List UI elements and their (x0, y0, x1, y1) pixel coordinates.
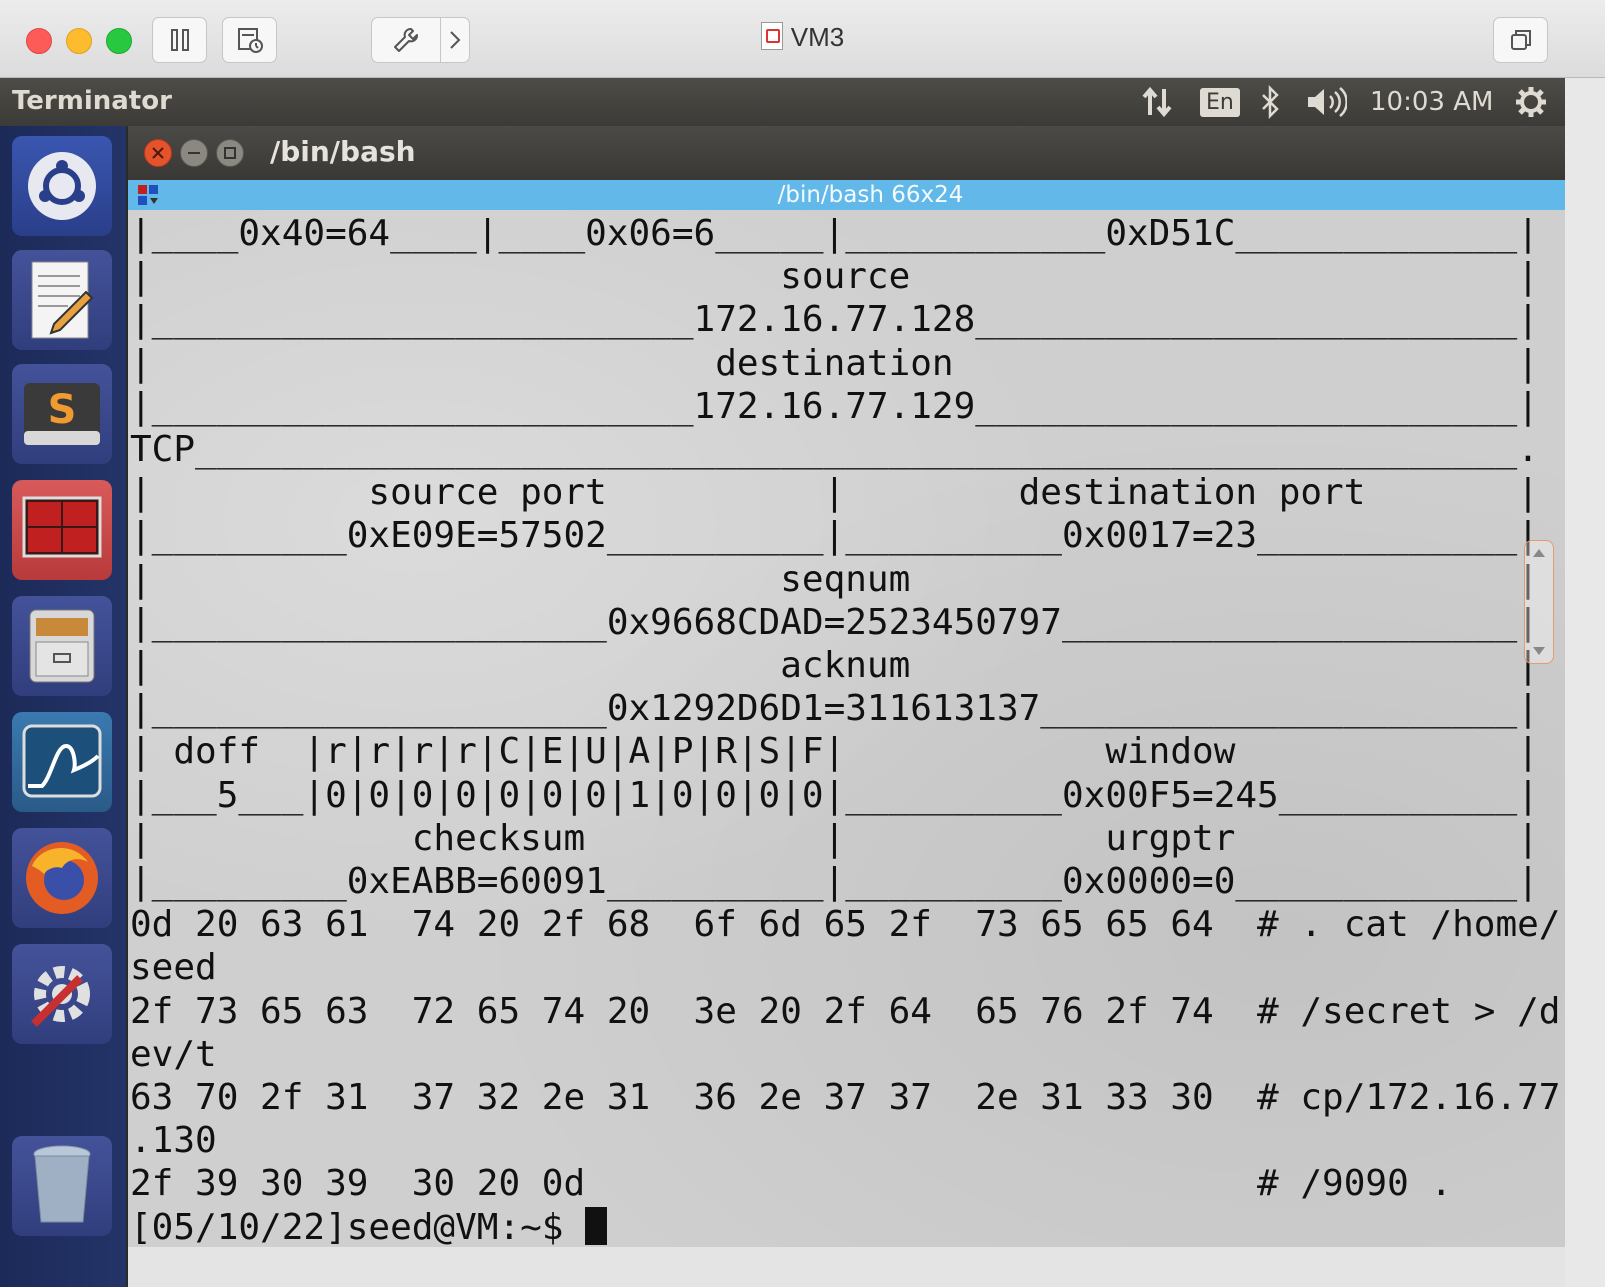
volume-indicator[interactable] (1305, 84, 1347, 120)
terminal-scrollbar[interactable] (1524, 540, 1554, 664)
settings-icon (31, 966, 90, 1027)
unity-launcher: S (0, 126, 126, 1287)
gear-icon (1516, 87, 1546, 117)
wireshark-icon (22, 724, 102, 798)
terminal-line: | acknum | (130, 645, 1539, 687)
terminal-tab-title: /bin/bash 66x24 (777, 182, 964, 208)
terminal-line: | doff |r|r|r|r|C|E|U|A|P|R|S|F| window … (130, 731, 1539, 773)
terminal-pane[interactable]: |____0x40=64____|____0x06=6_____|_______… (128, 210, 1565, 1247)
launcher-item-firefox[interactable] (12, 828, 112, 928)
scroll-up-arrow[interactable] (1533, 549, 1545, 557)
launcher-item-ubuntu-dash[interactable] (12, 136, 112, 236)
text-editor-icon (31, 261, 94, 339)
terminal-line: 0d 20 63 61 74 20 2f 68 6f 6d 65 2f 73 6… (130, 904, 1561, 946)
launcher-item-terminator[interactable] (12, 480, 112, 580)
terminal-line: 63 70 2f 31 37 32 2e 31 36 2e 37 37 2e 3… (130, 1077, 1561, 1119)
terminal-icon (22, 496, 102, 558)
launcher-item-text-editor[interactable] (12, 250, 112, 350)
vm-window-titlebar: VM3 (0, 0, 1605, 78)
trash-icon (33, 1145, 91, 1223)
session-menu[interactable] (1514, 84, 1548, 120)
launcher-item-wireshark[interactable] (12, 712, 112, 812)
launcher-item-trash[interactable] (12, 1136, 112, 1236)
terminal-output: |____0x40=64____|____0x06=6_____|_______… (130, 212, 1560, 1247)
firefox-icon (26, 842, 98, 914)
terminal-line: seed (130, 947, 217, 989)
restore-window-icon (1510, 30, 1531, 50)
terminal-line: |___5___|0|0|0|0|0|0|0|1|0|0|0|0|_______… (130, 774, 1539, 816)
terminal-line: |_________0xE09E=57502__________|_______… (130, 515, 1539, 557)
terminal-line: |_________________________172.16.77.129_… (130, 385, 1539, 427)
terminal-line: .130 (130, 1120, 217, 1162)
restore-window-button[interactable] (1493, 17, 1548, 63)
launcher-item-system-settings[interactable] (12, 944, 112, 1044)
launcher-item-files[interactable] (12, 596, 112, 696)
maximize-icon (224, 147, 236, 159)
volume-icon (1308, 87, 1347, 117)
grouping-menu-icon[interactable] (136, 183, 160, 207)
terminator-minimize-button[interactable] (180, 139, 208, 167)
language-badge: En (1200, 87, 1240, 117)
sublime-text-icon: S (24, 383, 100, 445)
terminator-close-button[interactable] (144, 139, 172, 167)
terminal-line: | seqnum | (130, 558, 1539, 600)
terminal-line: | source | (130, 256, 1539, 298)
file-cabinet-icon (29, 609, 95, 683)
terminal-line: 2f 73 65 63 72 65 74 20 3e 20 2f 64 65 7… (130, 990, 1561, 1032)
network-arrows-icon (1142, 86, 1172, 118)
ubuntu-logo-icon (28, 152, 96, 220)
terminal-line: |____0x40=64____|____0x06=6_____|_______… (130, 213, 1539, 254)
terminal-line: TCP_____________________________________… (130, 429, 1539, 471)
bluetooth-indicator[interactable] (1260, 84, 1282, 120)
terminal-line: |_____________________0x9668CDAD=2523450… (130, 601, 1539, 643)
terminal-line: 2f 39 30 39 30 20 0d # /9090 . (130, 1163, 1453, 1205)
minimize-icon (188, 152, 200, 154)
bluetooth-icon (1262, 85, 1279, 119)
terminal-line: | checksum | urgptr | (130, 817, 1539, 859)
vm-document-icon (760, 22, 783, 50)
terminal-prompt: [05/10/22]seed@VM:~$ (130, 1206, 586, 1247)
ubuntu-top-panel: Terminator En 10:03 AM (0, 78, 1605, 126)
terminator-maximize-button[interactable] (216, 139, 244, 167)
terminator-titlebar: /bin/bash (128, 126, 1565, 180)
svg-text:S: S (48, 387, 77, 433)
vm-window-bottom-edge (128, 1247, 1565, 1287)
terminal-title-bar[interactable]: /bin/bash 66x24 (128, 180, 1565, 210)
terminal-line: |_________0xEABB=60091__________|_______… (130, 861, 1539, 903)
network-indicator[interactable] (1140, 84, 1176, 120)
vm-window-title: VM3 (0, 22, 1605, 53)
terminal-line: ev/t (130, 1033, 217, 1075)
active-app-name: Terminator (12, 86, 172, 116)
terminal-line: | source port | destination port | (130, 472, 1539, 514)
vm-window-right-edge (1565, 78, 1605, 1287)
terminal-line: |_________________________172.16.77.128_… (130, 299, 1539, 341)
clock[interactable]: 10:03 AM (1370, 84, 1493, 120)
launcher-item-sublime-text[interactable]: S (12, 364, 112, 464)
terminal-line: | destination | (130, 342, 1539, 384)
keyboard-layout-indicator[interactable]: En (1200, 84, 1240, 120)
terminal-cursor (585, 1206, 608, 1245)
close-icon (152, 147, 164, 159)
scroll-down-arrow[interactable] (1533, 647, 1545, 655)
terminal-line: |_____________________0x1292D6D1=3116131… (130, 688, 1539, 730)
terminator-window-title: /bin/bash (270, 135, 416, 168)
